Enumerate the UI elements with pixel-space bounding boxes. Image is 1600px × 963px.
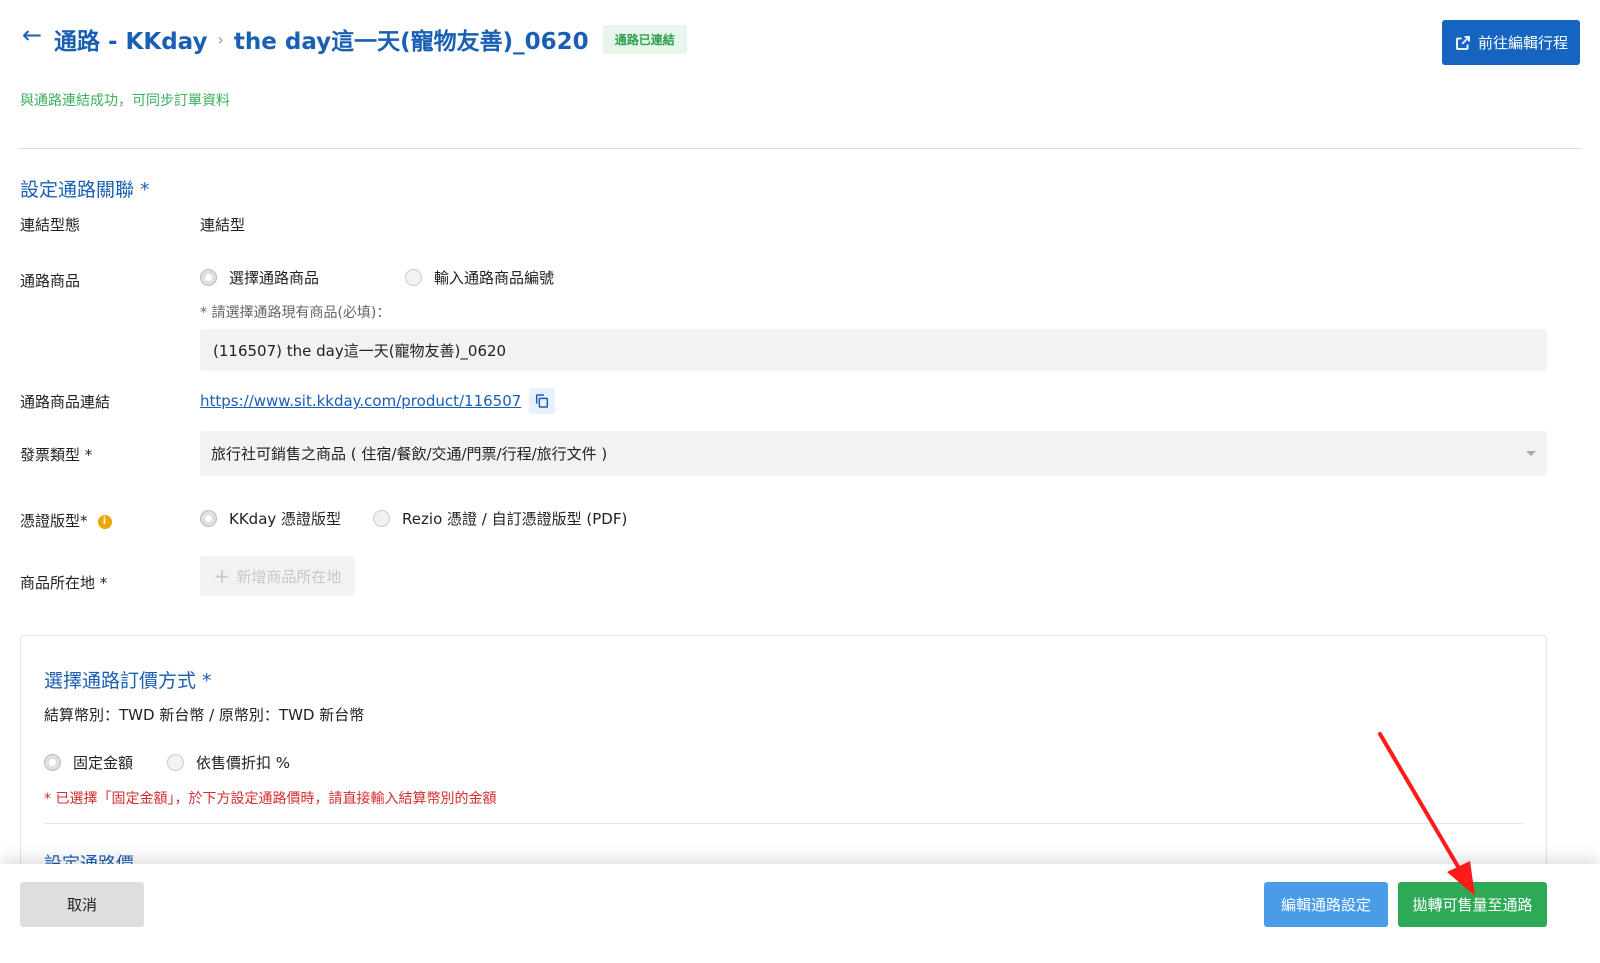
selected-product-field[interactable]: (116507) the day這一天(寵物友善)_0620 [200,329,1547,371]
edit-trip-label: 前往編輯行程 [1477,34,1568,52]
invoice-type-label: 發票類型 * [20,446,93,464]
radio-select-product[interactable]: 選擇通路商品 [200,267,319,288]
location-label: 商品所在地 * [20,574,108,592]
pricing-radio-group: 固定金額 依售價折扣 % [44,752,290,773]
voucher-type-label-row: 憑證版型* i [20,510,112,531]
copy-button[interactable] [529,388,556,414]
pricing-currency: 結算幣別：TWD 新台幣 / 原幣別：TWD 新台幣 [44,706,365,724]
product-link-row: https://www.sit.kkday.com/product/116507 [200,388,556,414]
back-arrow-icon[interactable]: ← [22,22,42,48]
copy-icon [536,394,549,408]
channel-product-label: 通路商品 [20,272,81,290]
product-link-label: 通路商品連結 [20,393,111,411]
divider [20,148,1580,149]
voucher-type-label: 憑證版型* [20,512,88,530]
pricing-title: 選擇通路訂價方式 * [44,670,212,692]
radio-input-product-id-icon [405,269,423,286]
chevron-down-icon [1526,451,1536,456]
page-title: 通路 - KKday › the day這一天(寵物友善)_0620 通路已連結 [54,22,687,56]
radio-voucher-rezio[interactable]: Rezio 憑證 / 自訂憑證版型 (PDF) [373,508,627,529]
radio-discount-label: 依售價折扣 % [196,754,291,772]
edit-trip-button[interactable]: 前往編輯行程 [1441,20,1580,65]
invoice-type-value: 旅行社可銷售之商品 ( 住宿/餐飲/交通/門票/行程/旅行文件 ) [211,445,608,463]
radio-input-product-id-label: 輸入通路商品編號 [434,269,555,287]
radio-fixed-amount-icon [44,754,61,771]
radio-select-product-label: 選擇通路商品 [229,269,320,287]
cancel-button[interactable]: 取消 [20,882,144,927]
radio-discount[interactable]: 依售價折扣 % [167,752,290,773]
channel-product-radio-group: 選擇通路商品 輸入通路商品編號 [200,267,554,288]
plus-icon: + [213,564,231,588]
pricing-warning: * 已選擇「固定金額」，於下方設定通路價時，請直接輸入結算幣別的金額 [44,791,497,807]
divider [44,823,1523,824]
success-message: 與通路連結成功，可同步訂單資料 [20,93,230,109]
link-type-label: 連結型態 [20,216,81,234]
radio-voucher-rezio-icon [373,510,391,527]
product-hint: * 請選擇通路現有商品(必填)： [200,305,391,321]
chevron-right-icon: › [217,29,224,49]
add-location-label: 新增商品所在地 [236,567,342,586]
radio-input-product-id[interactable]: 輸入通路商品編號 [405,267,554,288]
channel-name: 通路 - KKday [54,29,208,55]
radio-fixed-amount[interactable]: 固定金額 [44,752,133,773]
section-title-association: 設定通路關聯 * [20,179,150,201]
edit-channel-settings-button[interactable]: 編輯通路設定 [1264,882,1388,927]
radio-select-product-icon [200,269,217,286]
selected-product-value: (116507) the day這一天(寵物友善)_0620 [213,341,507,360]
info-icon[interactable]: i [97,514,112,529]
link-type-value: 連結型 [200,216,246,234]
radio-voucher-kkday-label: KKday 憑證版型 [229,510,342,528]
radio-voucher-kkday-icon [200,510,217,527]
radio-fixed-amount-label: 固定金額 [73,754,134,772]
invoice-type-select[interactable]: 旅行社可銷售之商品 ( 住宿/餐飲/交通/門票/行程/旅行文件 ) [200,431,1547,476]
radio-voucher-kkday[interactable]: KKday 憑證版型 [200,508,341,529]
status-badge: 通路已連結 [602,24,687,54]
add-location-button[interactable]: + 新增商品所在地 [200,556,355,596]
external-link-icon [1456,35,1470,50]
radio-voucher-rezio-label: Rezio 憑證 / 自訂憑證版型 (PDF) [402,510,628,528]
product-name: the day這一天(寵物友善)_0620 [233,29,589,55]
push-availability-button[interactable]: 拋轉可售量至通路 [1398,882,1547,927]
product-link[interactable]: https://www.sit.kkday.com/product/116507 [200,392,521,410]
voucher-radio-group: KKday 憑證版型 Rezio 憑證 / 自訂憑證版型 (PDF) [200,508,627,529]
radio-discount-icon [167,754,185,771]
footer-bar: 取消 編輯通路設定 拋轉可售量至通路 [0,864,1600,963]
page-header: ← 通路 - KKday › the day這一天(寵物友善)_0620 通路已… [20,20,1580,70]
